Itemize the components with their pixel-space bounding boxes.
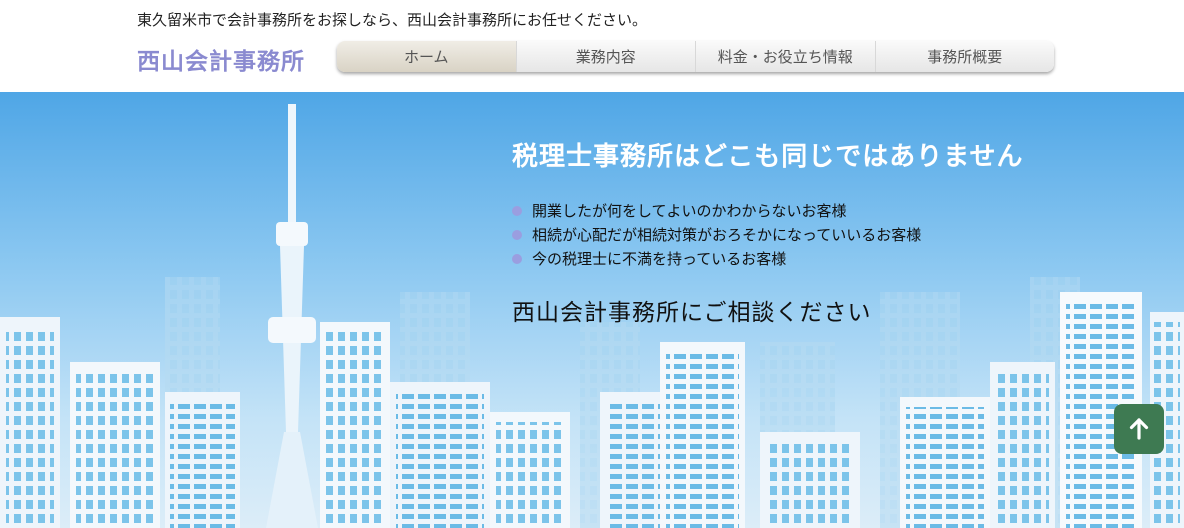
- header-tagline: 東久留米市で会計事務所をお探しなら、西山会計事務所にお任せください。: [137, 11, 648, 29]
- arrow-up-icon: [1129, 418, 1149, 440]
- nav-item-home[interactable]: ホーム: [337, 41, 517, 72]
- list-item: 相続が心配だが相続対策がおろそかになっていいるお客様: [512, 223, 1152, 247]
- nav-item-fees-info[interactable]: 料金・お役立ち情報: [696, 41, 876, 72]
- bullet-dot-icon: [512, 254, 522, 264]
- hero-bullet-list: 開業したが何をしてよいのかわからないお客様 相続が心配だが相続対策がおろそかにな…: [512, 199, 1152, 271]
- tower-icon: [266, 104, 318, 528]
- back-to-top-button[interactable]: [1114, 404, 1164, 454]
- site-header: 東久留米市で会計事務所をお探しなら、西山会計事務所にお任せください。 西山会計事…: [0, 0, 1184, 92]
- hero-cta-text: 西山会計事務所にご相談ください: [512, 300, 872, 326]
- hero-banner: 税理士事務所はどこも同じではありません 開業したが何をしてよいのかわからないお客…: [0, 92, 1184, 528]
- bullet-dot-icon: [512, 206, 522, 216]
- main-nav: ホーム 業務内容 料金・お役立ち情報 事務所概要: [337, 41, 1054, 72]
- nav-item-office-overview[interactable]: 事務所概要: [876, 41, 1055, 72]
- list-item: 今の税理士に不満を持っているお客様: [512, 247, 1152, 271]
- list-item-text: 開業したが何をしてよいのかわからないお客様: [532, 202, 847, 220]
- hero-content: 税理士事務所はどこも同じではありません 開業したが何をしてよいのかわからないお客…: [512, 136, 1152, 327]
- hero-title: 税理士事務所はどこも同じではありません: [512, 142, 1024, 172]
- bullet-dot-icon: [512, 230, 522, 240]
- list-item-text: 今の税理士に不満を持っているお客様: [532, 250, 787, 268]
- list-item-text: 相続が心配だが相続対策がおろそかになっていいるお客様: [532, 226, 922, 244]
- site-logo[interactable]: 西山会計事務所: [137, 42, 305, 76]
- list-item: 開業したが何をしてよいのかわからないお客様: [512, 199, 1152, 223]
- nav-item-services[interactable]: 業務内容: [517, 41, 696, 72]
